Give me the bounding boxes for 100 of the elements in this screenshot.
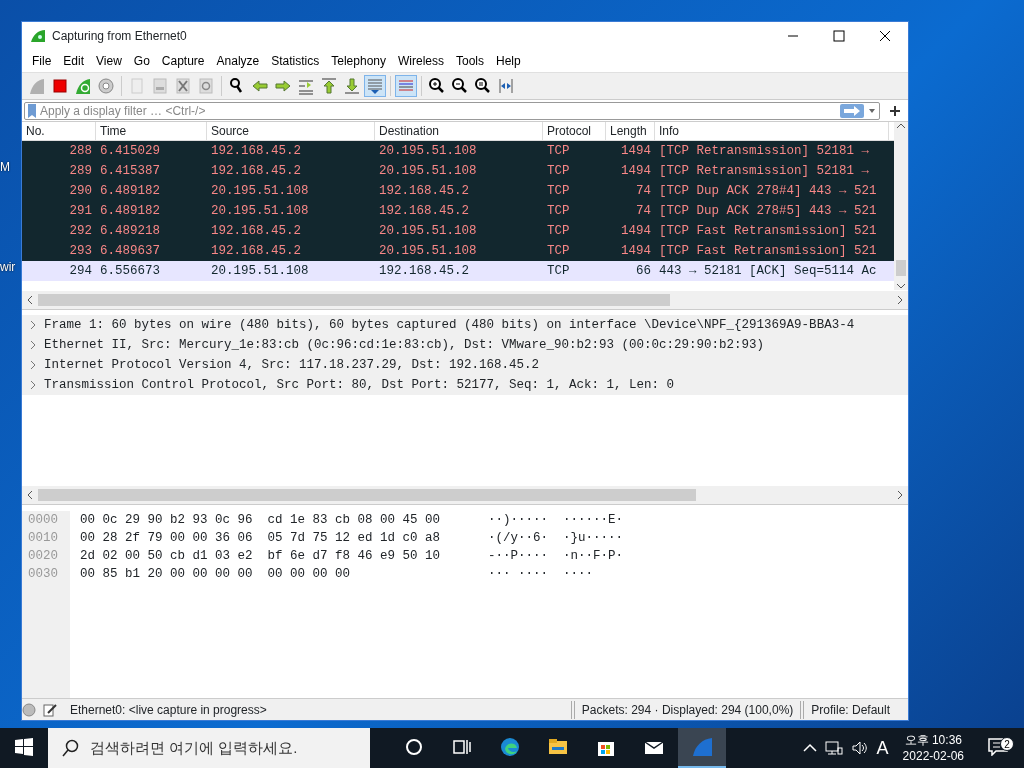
browser-icon — [499, 736, 521, 758]
table-cell: 6.489182 — [100, 203, 160, 218]
network-icon[interactable] — [824, 740, 843, 756]
status-text[interactable]: Profile: Default — [805, 700, 908, 719]
table-cell: 290 — [69, 183, 92, 198]
desktop-icon-label[interactable]: wir — [0, 258, 16, 276]
down-arrow-icon — [343, 77, 361, 95]
chevron-up-icon[interactable] — [802, 743, 817, 753]
fin-icon — [28, 77, 46, 95]
table-cell: [TCP Fast Retransmission] 521 — [659, 243, 877, 258]
table-cell: TCP — [547, 223, 570, 238]
packet-row[interactable]: 290 6.489182 20.195.51.108 192.168.45.2 TCP 74 [TCP Dup ACK 278#4] 443 → 521 — [22, 181, 894, 201]
ascii-bytes: ·(/y··6· ·}u····· — [488, 530, 624, 547]
apply-button[interactable] — [840, 103, 864, 118]
menu-item[interactable]: View — [90, 52, 128, 70]
menu-item[interactable]: Telephony — [325, 52, 392, 70]
table-cell: 292 — [69, 223, 92, 238]
display-filter-box[interactable]: Apply a display filter … <Ctrl-/> — [24, 101, 880, 120]
clock[interactable]: 오후 10:36 2022-02-06 — [896, 732, 970, 764]
close-file-icon — [174, 77, 192, 95]
column-header[interactable]: Length — [606, 122, 655, 141]
table-cell: [TCP Fast Retransmission] 521 — [659, 223, 877, 238]
scroll-left-icon[interactable] — [26, 490, 34, 500]
table-cell: 66 — [636, 263, 651, 278]
table-cell: 1494 — [621, 223, 651, 238]
restart-icon — [74, 77, 92, 95]
menu-item[interactable]: File — [26, 52, 58, 70]
scroll-left-icon[interactable] — [26, 295, 34, 305]
column-header[interactable]: Time — [96, 122, 207, 141]
menu-item[interactable]: Go — [127, 52, 156, 70]
right-arrow-icon — [274, 77, 292, 95]
table-cell: 20.195.51.108 — [379, 243, 477, 258]
fin-icon — [691, 736, 713, 758]
table-cell: 293 — [69, 243, 92, 258]
status-text: Ethernet0: <live capture in progress> — [70, 701, 267, 719]
search-icon — [62, 739, 80, 757]
table-cell: 6.415387 — [100, 163, 160, 178]
resize-columns-icon — [497, 77, 515, 95]
table-cell: [TCP Dup ACK 278#5] 443 → 521 — [659, 203, 877, 218]
left-arrow-icon — [251, 77, 269, 95]
go-to-packet-icon — [297, 77, 315, 95]
scroll-up-icon[interactable] — [896, 122, 906, 130]
status-text: Packets: 294 · Displayed: 294 (100,0%) — [580, 701, 795, 719]
table-cell: 74 — [636, 183, 651, 198]
table-cell: 6.415029 — [100, 143, 160, 158]
menu-item[interactable]: Capture — [155, 52, 211, 70]
table-cell: [TCP Retransmission] 52181 → — [659, 163, 870, 178]
table-cell: 20.195.51.108 — [379, 143, 477, 158]
window-title: Capturing from Ethernet0 — [52, 28, 187, 45]
menu-item[interactable]: Help — [490, 52, 527, 70]
zoom-out-icon — [451, 77, 469, 95]
search-field[interactable]: 검색하려면 여기에 입력하세요. — [48, 728, 370, 768]
table-cell: [TCP Retransmission] 52181 → — [659, 143, 870, 158]
hex-bytes: 00 85 b1 20 00 00 00 00 00 00 00 00 — [80, 566, 352, 583]
column-header[interactable]: Source — [207, 122, 375, 141]
speaker-icon[interactable] — [850, 740, 869, 756]
menu-item[interactable]: Statistics — [265, 52, 326, 70]
table-cell: 192.168.45.2 — [379, 183, 469, 198]
table-cell: 20.195.51.108 — [211, 263, 309, 278]
column-header[interactable]: Protocol — [543, 122, 606, 141]
column-header[interactable]: Info — [655, 122, 889, 141]
byte-offset: 0030 — [28, 566, 59, 583]
fin-icon — [30, 29, 46, 43]
desktop-icon-label[interactable]: M — [0, 158, 10, 176]
hex-bytes: 00 28 2f 79 00 00 36 06 05 7d 75 12 ed 1d c0 a8 — [80, 530, 442, 547]
clock-time: 오후 10:36 — [903, 732, 963, 748]
table-cell: 1494 — [621, 163, 651, 178]
column-header[interactable]: No. — [22, 122, 96, 141]
scroll-right-icon[interactable] — [896, 490, 904, 500]
notification-icon — [988, 738, 1008, 756]
menu-item[interactable]: Tools — [450, 52, 490, 70]
table-cell: 294 — [69, 263, 92, 278]
column-header[interactable]: Destination — [375, 122, 543, 141]
table-cell: 192.168.45.2 — [211, 223, 301, 238]
edit-comment-icon[interactable] — [42, 701, 58, 718]
autoscroll-icon — [366, 77, 384, 95]
notification-count: 2 — [1000, 737, 1014, 751]
notification-button[interactable]: 2 — [978, 738, 1018, 758]
packet-row[interactable]: 288 6.415029 192.168.45.2 20.195.51.108 TCP 1494 [TCP Retransmission] 52181 → — [22, 141, 894, 161]
scroll-down-icon[interactable] — [896, 282, 906, 290]
file-icon — [151, 77, 169, 95]
table-cell: TCP — [547, 263, 570, 278]
scrollbar-thumb[interactable] — [38, 294, 670, 306]
zoom-reset-icon — [474, 77, 492, 95]
scrollbar-thumb[interactable] — [38, 489, 696, 501]
menu-item[interactable]: Analyze — [210, 52, 266, 70]
packet-row[interactable]: 291 6.489182 20.195.51.108 192.168.45.2 TCP 74 [TCP Dup ACK 278#5] 443 → 521 — [22, 201, 894, 221]
clock-date: 2022-02-06 — [902, 748, 964, 764]
scrollbar-thumb[interactable] — [896, 260, 906, 276]
packet-row[interactable]: 293 6.489637 192.168.45.2 20.195.51.108 TCP 1494 [TCP Fast Retransmission] 521 — [22, 241, 894, 261]
menu-item[interactable]: Edit — [57, 52, 91, 70]
byte-offset: 0010 — [28, 530, 59, 547]
table-cell: 6.489637 — [100, 243, 160, 258]
packet-row[interactable]: 289 6.415387 192.168.45.2 20.195.51.108 TCP 1494 [TCP Retransmission] 52181 → — [22, 161, 894, 181]
menu-item[interactable]: Wireless — [392, 52, 450, 70]
packet-row[interactable]: 292 6.489218 192.168.45.2 20.195.51.108 TCP 1494 [TCP Fast Retransmission] 521 — [22, 221, 894, 241]
scroll-right-icon[interactable] — [896, 295, 904, 305]
table-cell: 291 — [69, 203, 92, 218]
input-mode-indicator[interactable]: A — [876, 734, 889, 762]
table-cell: TCP — [547, 203, 570, 218]
